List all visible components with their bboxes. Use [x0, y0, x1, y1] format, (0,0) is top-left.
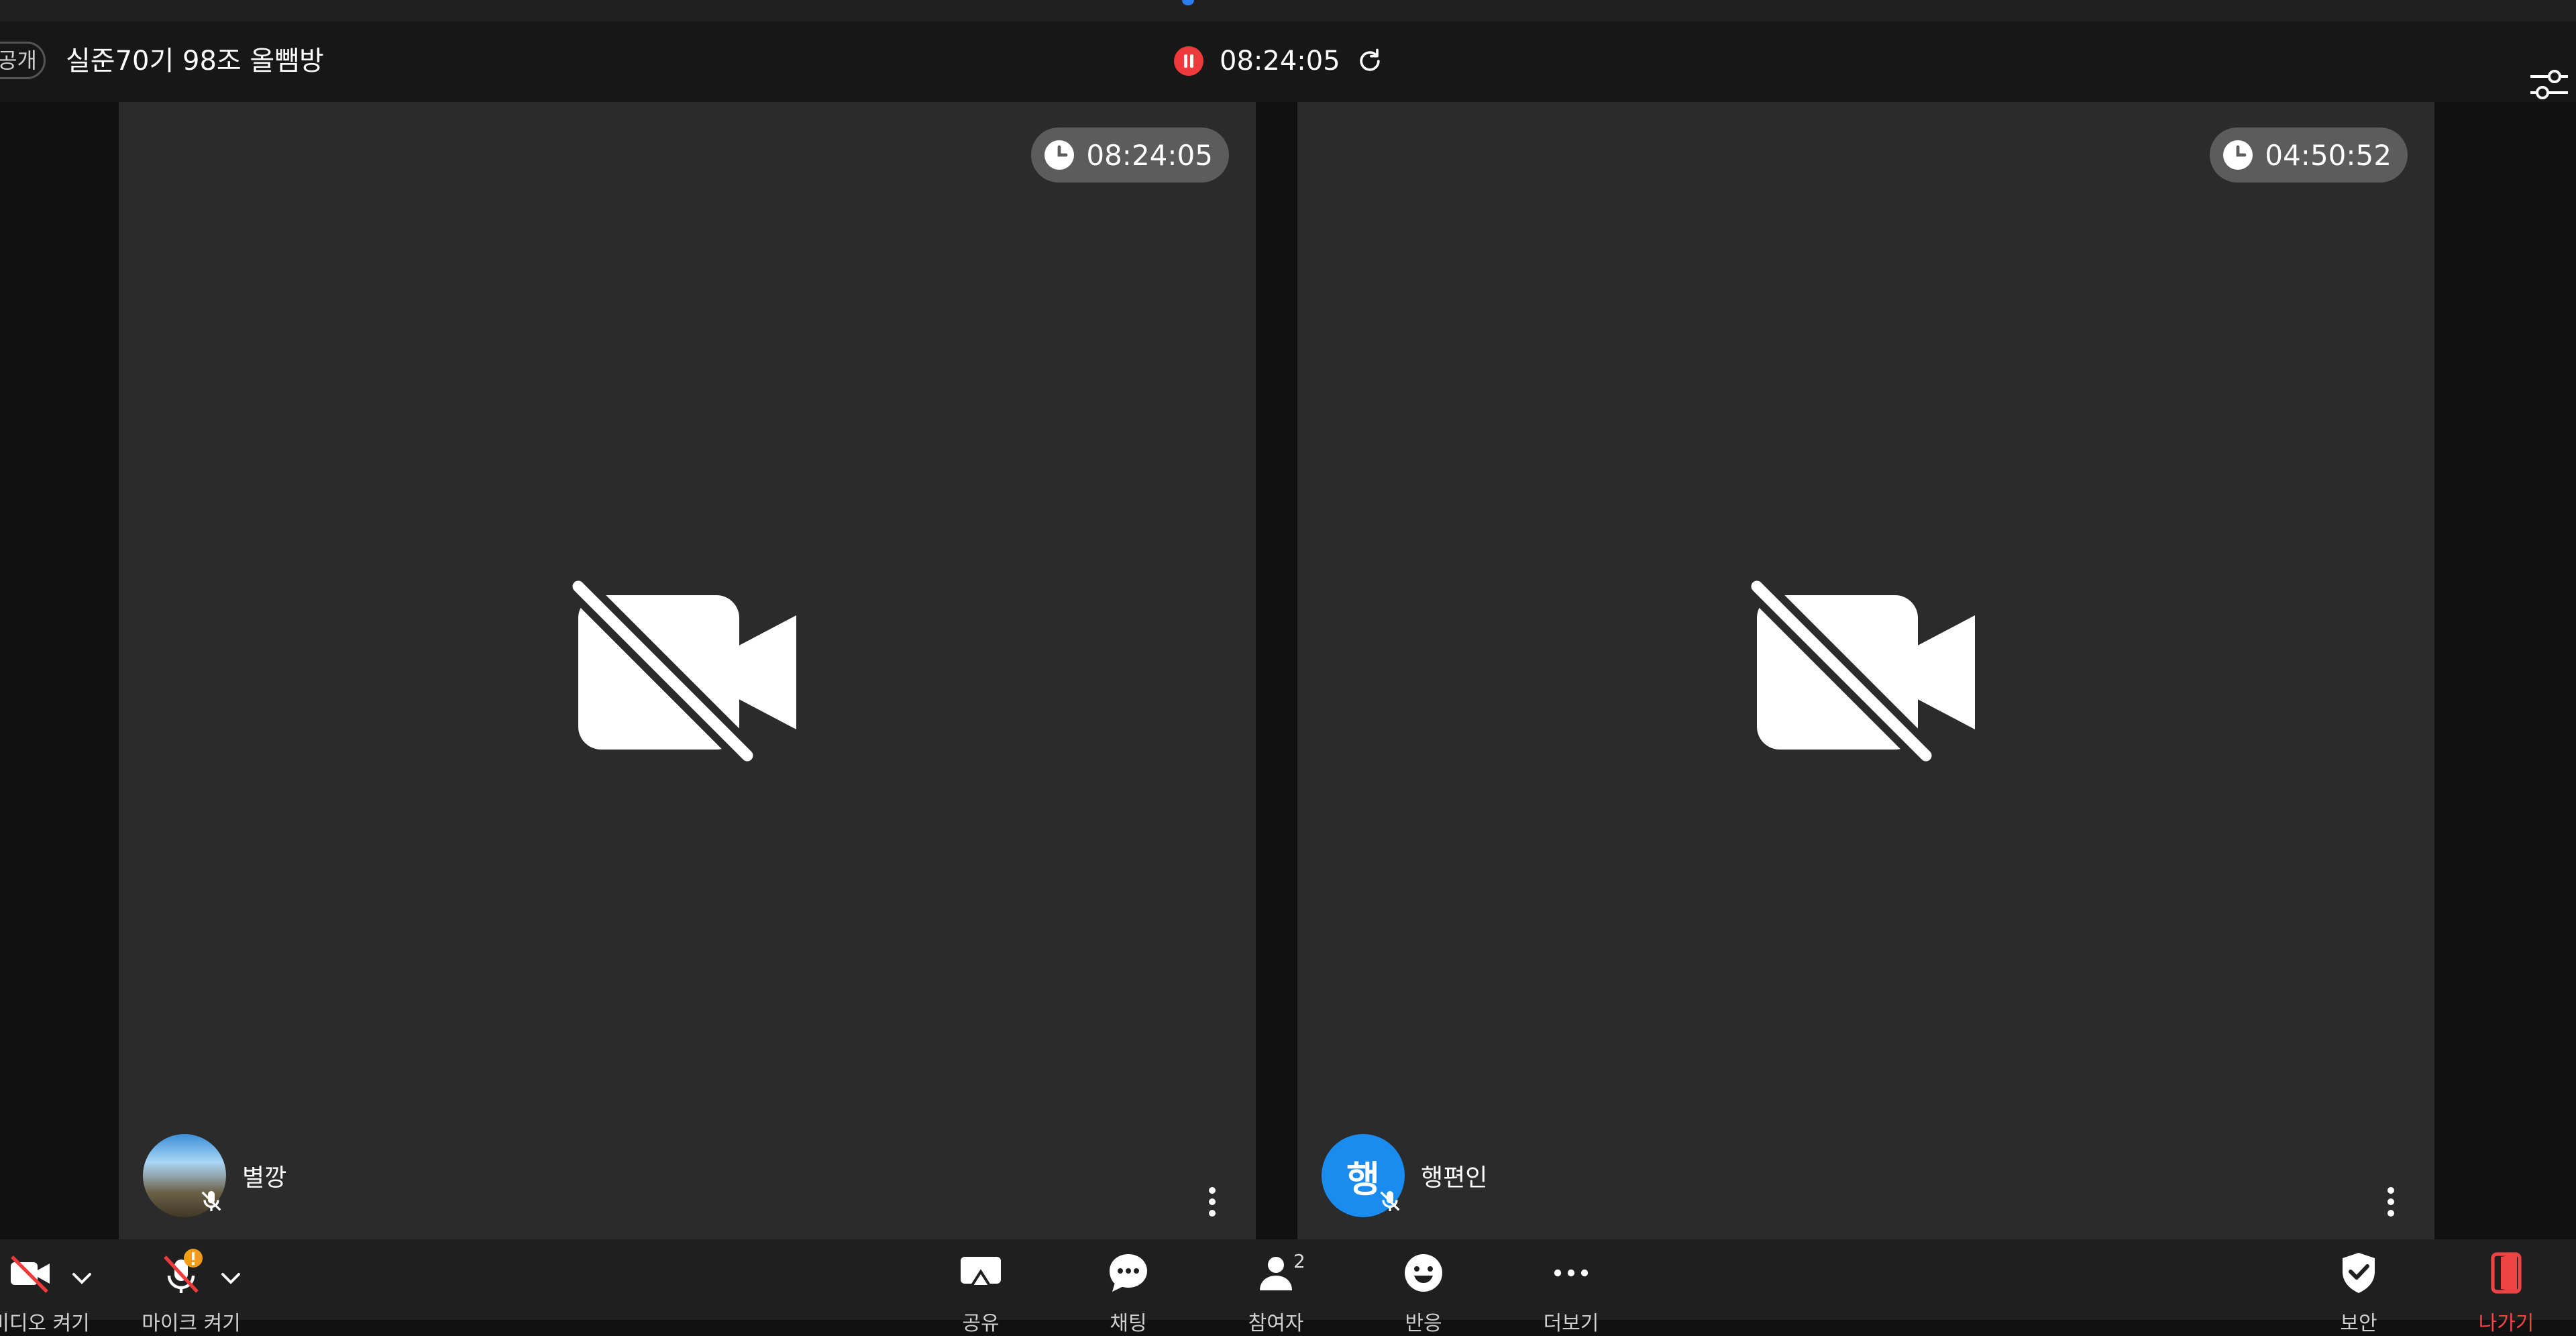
mic-muted-icon	[1380, 1191, 1400, 1211]
tile-timer-text: 04:50:52	[2265, 138, 2392, 172]
participant-name: 행편인	[1421, 1164, 1488, 1192]
meeting-timer: 08:24:05	[1174, 42, 1385, 81]
camera-toggle-label: 비디오 켜기	[0, 1312, 90, 1335]
avatar-initial: 행	[1346, 1158, 1380, 1200]
tile-timer: 04:50:52	[2210, 127, 2408, 183]
tile-timer: 08:24:05	[1031, 127, 1229, 183]
smiley-icon	[1405, 1254, 1442, 1292]
screen-share-icon	[961, 1257, 1001, 1288]
camera-off-icon	[572, 578, 796, 766]
video-tile-1[interactable]: 08:24:05 별깡	[119, 102, 1256, 1239]
leave-label: 나가기	[2478, 1312, 2534, 1335]
more-label: 더보기	[1543, 1312, 1599, 1335]
camera-off-icon	[11, 1255, 50, 1293]
clock-icon	[1044, 140, 1075, 170]
reactions-label: 반응	[1405, 1312, 1442, 1335]
camera-toggle-button[interactable]	[7, 1249, 55, 1297]
mic-off-icon	[164, 1249, 203, 1293]
more-button[interactable]	[1547, 1249, 1595, 1297]
share-label: 공유	[962, 1312, 1000, 1335]
top-indicator	[1182, 0, 1194, 5]
meeting-header: 공개 실준70기 98조 올뺌방 08:24:05	[0, 21, 2576, 102]
share-button[interactable]	[957, 1249, 1005, 1297]
control-bar: 비디오 켜기 마이크 켜기 공유 채팅 2 참여자 반응 더보기 보안 나가기	[0, 1239, 2576, 1335]
mic-toggle-button[interactable]	[157, 1249, 205, 1297]
mic-toggle-label: 마이크 켜기	[142, 1312, 241, 1335]
security-button[interactable]	[2334, 1249, 2383, 1297]
reactions-button[interactable]	[1399, 1249, 1448, 1297]
tile-more-icon[interactable]	[1192, 1178, 1232, 1225]
tile-more-icon[interactable]	[2371, 1178, 2411, 1225]
recording-pause-icon[interactable]	[1174, 46, 1203, 76]
avatar: 행	[1322, 1134, 1405, 1217]
window-top-strip	[0, 0, 2576, 21]
avatar	[143, 1134, 226, 1217]
participants-count: 2	[1293, 1250, 1305, 1272]
clock-icon	[2223, 140, 2253, 170]
camera-options-chevron-icon[interactable]	[70, 1270, 94, 1286]
shield-check-icon	[2343, 1253, 2375, 1293]
room-title: 실준70기 98조 올뺌방	[66, 46, 324, 76]
visibility-badge[interactable]: 공개	[0, 42, 46, 79]
chat-icon	[1110, 1254, 1147, 1292]
camera-off-icon	[1750, 578, 1975, 766]
mic-muted-icon	[201, 1191, 221, 1211]
mic-options-chevron-icon[interactable]	[219, 1270, 243, 1286]
refresh-icon[interactable]	[1355, 46, 1385, 76]
tile-timer-text: 08:24:05	[1086, 138, 1213, 172]
more-horizontal-icon	[1554, 1269, 1589, 1277]
leave-door-icon	[2491, 1252, 2522, 1294]
chat-button[interactable]	[1104, 1249, 1152, 1297]
participant-name: 별깡	[242, 1164, 287, 1192]
video-tile-2[interactable]: 04:50:52 행 행편인	[1297, 102, 2434, 1239]
elapsed-time: 08:24:05	[1220, 46, 1340, 76]
settings-sliders-icon[interactable]	[2528, 63, 2571, 106]
participants-label: 참여자	[1248, 1312, 1304, 1335]
participant-info: 행 행편인	[1322, 1134, 1487, 1217]
chat-label: 채팅	[1110, 1312, 1147, 1335]
participant-info: 별깡	[143, 1134, 286, 1217]
security-label: 보안	[2340, 1312, 2377, 1335]
leave-button[interactable]	[2482, 1249, 2530, 1297]
